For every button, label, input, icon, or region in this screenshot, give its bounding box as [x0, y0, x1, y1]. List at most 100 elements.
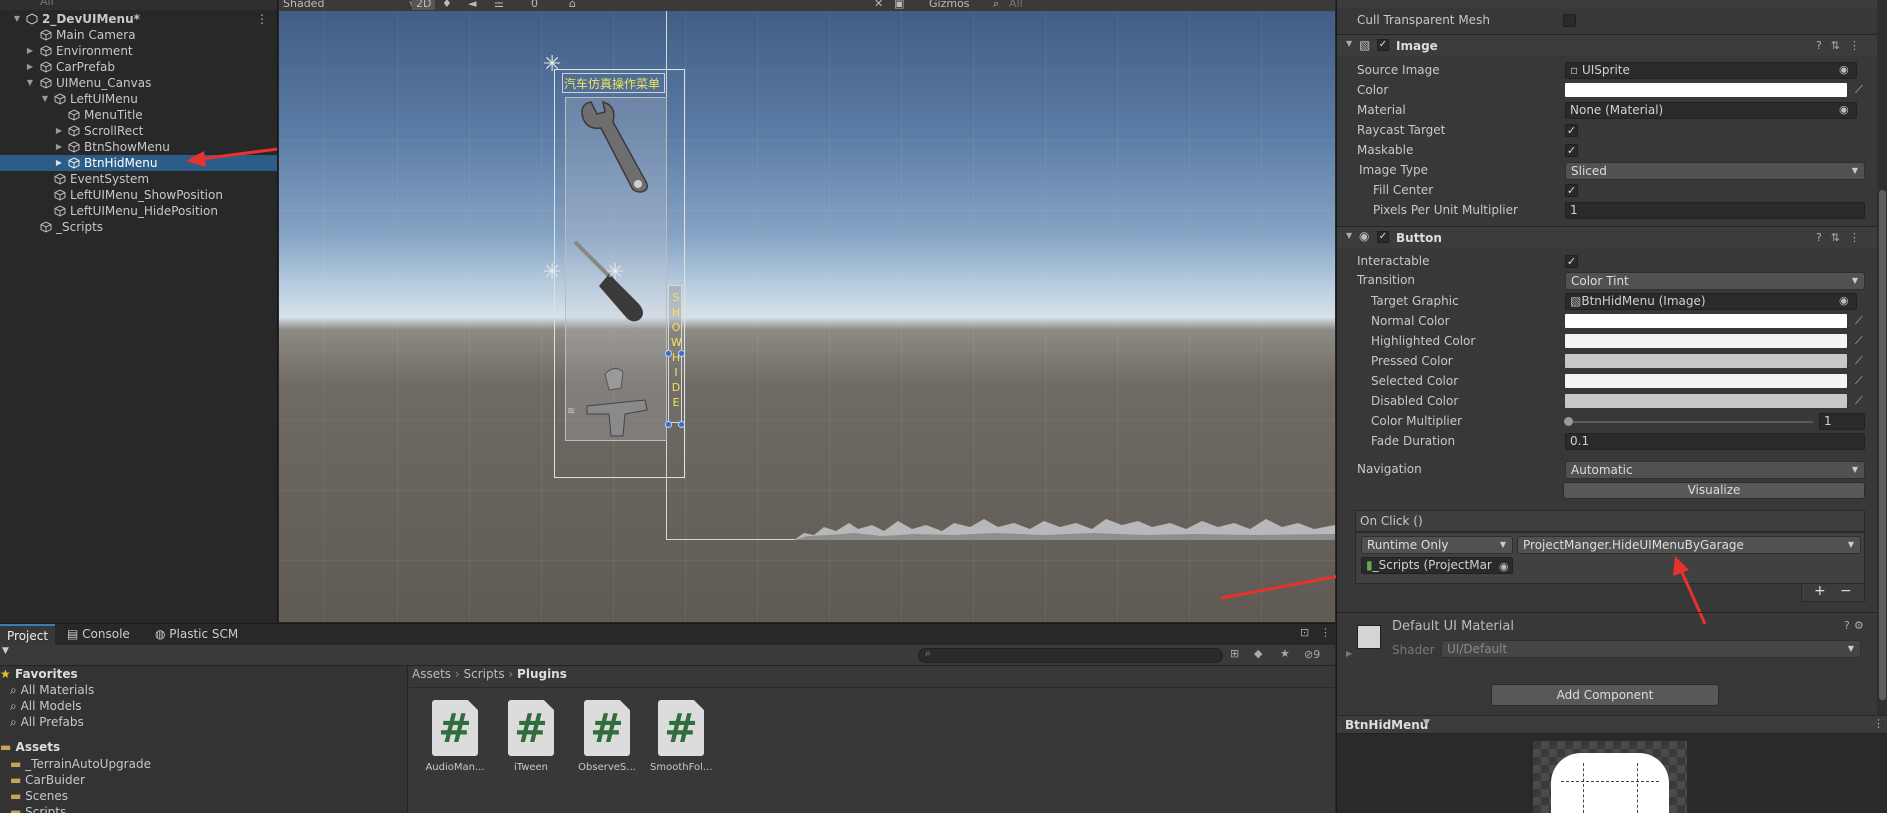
gizmos-dropdown[interactable]: Gizmos — [929, 0, 970, 10]
normal-color-swatch[interactable] — [1565, 314, 1847, 328]
button-component-header[interactable]: ▼ ◉ ✓ Button ?⇅⋮ — [1337, 226, 1877, 248]
create-dropdown-icon[interactable]: ▼ — [2, 646, 9, 656]
asset-observes[interactable]: # ObserveS... — [576, 700, 638, 773]
image-component-header[interactable]: ▼ ▧ ✓ Image ?⇅⋮ — [1337, 34, 1877, 56]
component-menu-icons[interactable]: ?⇅⋮ — [1816, 39, 1869, 52]
favorite-all-models[interactable]: ⌕ All Models — [10, 699, 82, 714]
shading-mode-dropdown[interactable]: Shaded — [283, 0, 324, 10]
visualize-button[interactable]: Visualize — [1563, 482, 1865, 499]
raycast-checkbox[interactable]: ✓ — [1565, 124, 1578, 137]
breadcrumb-assets[interactable]: Assets — [412, 667, 451, 681]
expand-arrow-icon[interactable]: ▼ — [12, 11, 22, 27]
folder-scenes[interactable]: ▬ Scenes — [10, 789, 68, 803]
foldout-arrow-icon[interactable]: ▼ — [1346, 231, 1352, 240]
highlighted-color-swatch[interactable] — [1565, 334, 1847, 348]
filter-type-icon[interactable]: ⊞ — [1230, 647, 1239, 660]
tab-plastic-scm[interactable]: ◍ Plastic SCM — [148, 624, 245, 645]
favorites-header[interactable]: ★ Favorites — [0, 667, 78, 681]
image-enabled-checkbox[interactable]: ✓ — [1377, 39, 1389, 51]
pivot-icon[interactable]: ✳ — [543, 260, 561, 285]
remove-event-button[interactable]: − — [1840, 583, 1852, 599]
object-picker-icon[interactable]: ◉ — [1839, 103, 1849, 116]
target-graphic-field[interactable]: ▧BtnHidMenu (Image) — [1565, 293, 1857, 310]
effects-toggle-icon[interactable]: ☰ — [494, 0, 504, 10]
expand-arrow-icon[interactable]: ▶ — [25, 43, 35, 59]
tools-cross-icon[interactable]: ✕ — [874, 0, 883, 10]
runtime-dropdown[interactable]: Runtime Only ▼ — [1361, 536, 1513, 554]
multiplier-slider-thumb[interactable] — [1564, 417, 1573, 426]
hierarchy-scene-root[interactable]: ▼ 2_DevUIMenu* ⋮ — [0, 11, 277, 27]
foldout-arrow-icon[interactable]: ▼ — [1346, 39, 1352, 48]
material-field[interactable]: None (Material) — [1565, 102, 1857, 119]
rect-handle[interactable] — [678, 421, 685, 428]
button-enabled-checkbox[interactable]: ✓ — [1377, 231, 1389, 243]
folder-carbuider[interactable]: ▬ CarBuider — [10, 773, 85, 787]
spray-gun-icon[interactable]: ≋ — [565, 362, 665, 442]
expand-arrow-icon[interactable]: ▶ — [54, 139, 64, 155]
ppu-field[interactable]: 1 — [1565, 202, 1865, 219]
object-picker-icon[interactable]: ◉ — [1839, 294, 1849, 307]
pivot-icon[interactable]: ✳ — [606, 260, 624, 285]
shader-dropdown[interactable]: UI/Default ▼ — [1441, 640, 1861, 658]
tools-icon[interactable]: ⌂ — [569, 0, 576, 10]
hierarchy-item-uimenu-canvas[interactable]: ▼ UIMenu_Canvas — [0, 75, 277, 91]
hierarchy-item-environment[interactable]: ▶ Environment — [0, 43, 277, 59]
asset-audiomanager[interactable]: # AudioMan... — [424, 700, 486, 773]
hierarchy-item-show-position[interactable]: LeftUIMenu_ShowPosition — [0, 187, 277, 203]
hierarchy-item-main-camera[interactable]: Main Camera — [0, 27, 277, 43]
maskable-checkbox[interactable]: ✓ — [1565, 144, 1578, 157]
onclick-object-field[interactable]: ▮_Scripts (ProjectMar — [1361, 557, 1513, 574]
favorite-star-icon[interactable]: ★ — [1280, 647, 1290, 660]
more-options-icon[interactable]: ⋮ — [1320, 626, 1331, 639]
multiplier-slider-track[interactable] — [1567, 421, 1813, 423]
interactable-checkbox[interactable]: ✓ — [1565, 255, 1578, 268]
color-swatch[interactable] — [1565, 83, 1847, 97]
hidden-count[interactable]: 0 — [531, 0, 538, 10]
eyedropper-icon[interactable]: ⟋ — [1855, 374, 1863, 388]
tab-project[interactable]: Project — [0, 624, 56, 645]
folder-scripts[interactable]: ▬ Scripts — [10, 805, 66, 813]
add-component-button[interactable]: Add Component — [1491, 684, 1719, 706]
breadcrumb-plugins[interactable]: Plugins — [517, 667, 567, 681]
favorite-all-prefabs[interactable]: ⌕ All Prefabs — [10, 715, 84, 730]
hierarchy-item-leftuimenu[interactable]: ▼ LeftUIMenu — [0, 91, 277, 107]
eyedropper-icon[interactable]: ⟋ — [1855, 314, 1863, 328]
image-type-dropdown[interactable]: Sliced ▼ — [1565, 162, 1865, 180]
object-picker-icon[interactable]: ◉ — [1839, 63, 1849, 76]
hierarchy-search[interactable]: All — [0, 0, 277, 10]
expand-arrow-icon[interactable]: ▼ — [40, 91, 50, 107]
fill-center-checkbox[interactable]: ✓ — [1565, 184, 1578, 197]
wrench-icon[interactable] — [565, 98, 665, 198]
rect-handle[interactable] — [678, 350, 685, 357]
eyedropper-icon[interactable]: ⟋ — [1855, 83, 1863, 97]
rect-handle[interactable] — [665, 421, 672, 428]
assets-header[interactable]: ▬ Assets — [0, 740, 60, 754]
pivot-icon[interactable]: ✳ — [543, 52, 561, 77]
navigation-dropdown[interactable]: Automatic ▼ — [1565, 461, 1865, 479]
more-options-icon[interactable]: ⋮ — [1873, 717, 1884, 730]
disabled-color-swatch[interactable] — [1565, 394, 1847, 408]
source-image-field[interactable]: ▫ UISprite — [1565, 62, 1857, 79]
scene-search-placeholder[interactable]: All — [1009, 0, 1023, 10]
eyedropper-icon[interactable]: ⟋ — [1855, 394, 1863, 408]
material-menu-icons[interactable]: ?⚙ — [1844, 619, 1868, 632]
transition-dropdown[interactable]: Color Tint ▼ — [1565, 272, 1865, 290]
preview-title[interactable]: BtnHidMenu — [1345, 718, 1428, 732]
eyedropper-icon[interactable]: ⟋ — [1855, 354, 1863, 368]
rect-handle[interactable] — [665, 350, 672, 357]
breadcrumb-scripts[interactable]: Scripts — [464, 667, 505, 681]
scene-view[interactable]: Shaded ▾ 2D ♦ ◄ ☰ 0 ⌂ ✕ ▣ Gizmos ⌕ All 汽… — [279, 0, 1335, 622]
audio-toggle-icon[interactable]: ◄ — [468, 0, 476, 10]
more-options-icon[interactable]: ⋮ — [256, 11, 268, 27]
expand-arrow-icon[interactable]: ▼ — [25, 75, 35, 91]
cull-transparent-checkbox[interactable] — [1563, 14, 1576, 27]
asset-smoothfollow[interactable]: # SmoothFol... — [650, 700, 712, 773]
camera-icon[interactable]: ▣ — [894, 0, 904, 10]
lock-icon[interactable]: ⊡ — [1300, 626, 1309, 639]
dropdown-arrow-icon[interactable]: ▼ — [1423, 718, 1430, 728]
filter-label-icon[interactable]: ◆ — [1254, 647, 1262, 660]
project-search-input[interactable]: ⌕ — [918, 648, 1223, 663]
selected-color-swatch[interactable] — [1565, 374, 1847, 388]
inspector-scrollbar[interactable] — [1877, 0, 1887, 715]
add-event-button[interactable]: + — [1814, 583, 1826, 599]
